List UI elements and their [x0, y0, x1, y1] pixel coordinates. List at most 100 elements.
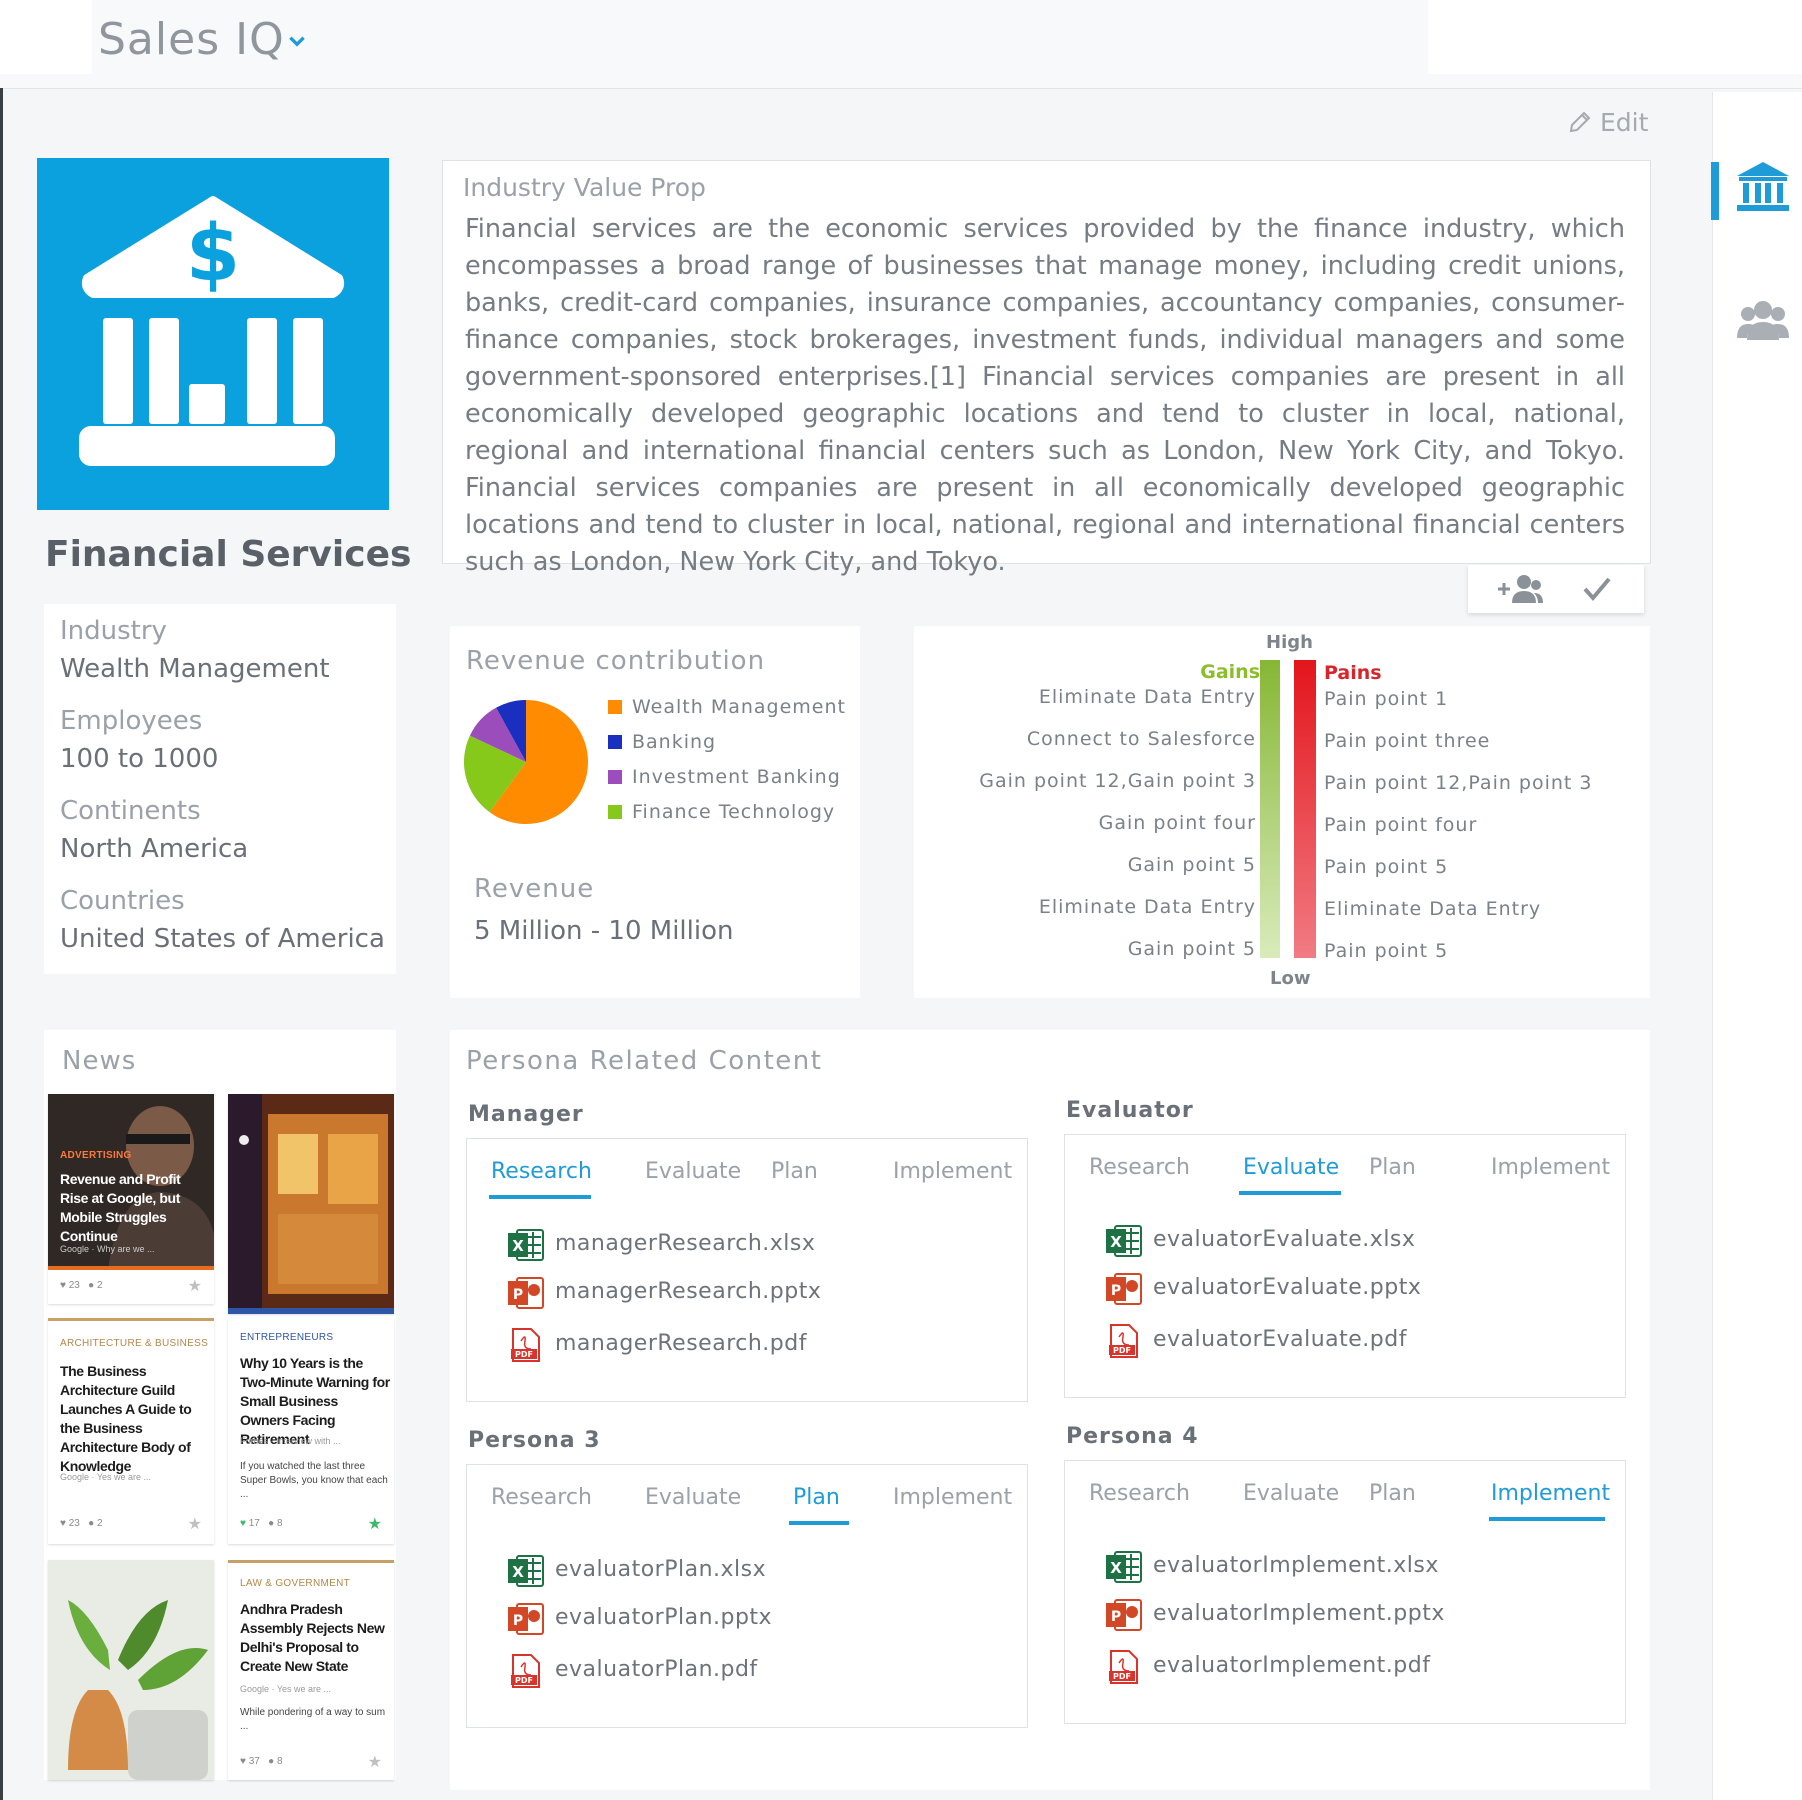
comments-count: 2 — [97, 1518, 103, 1529]
news-stats: ♥ 37 ● 8 — [240, 1756, 283, 1767]
likes-count: 17 — [248, 1518, 260, 1529]
active-tab-underline — [1489, 1517, 1605, 1521]
value-prop-actions — [1468, 565, 1644, 613]
legend-label: Wealth Management — [632, 696, 846, 718]
news-source: Forbes · Interview with ... — [240, 1436, 341, 1446]
chevron-down-icon[interactable] — [286, 30, 308, 52]
news-thumbnail: ADVERTISING Revenue and Profit Rise at G… — [48, 1094, 214, 1270]
likes-count: 37 — [248, 1756, 260, 1767]
gains-bar — [1260, 660, 1280, 958]
tab-implement[interactable]: Implement — [893, 1159, 1012, 1184]
file-name: evaluatorPlan.pdf — [555, 1657, 758, 1682]
pdf-icon: PDF — [511, 1328, 540, 1362]
file-name: evaluatorPlan.xlsx — [555, 1557, 767, 1582]
check-icon[interactable] — [1582, 575, 1612, 603]
add-user-icon[interactable] — [1496, 573, 1544, 605]
news-tile[interactable]: ENTREPRENEURS Why 10 Years is the Two-Mi… — [228, 1318, 394, 1544]
file-name: managerResearch.pptx — [555, 1279, 822, 1304]
news-tile[interactable]: LAW & GOVERNMENT Andhra Pradesh Assembly… — [228, 1560, 394, 1780]
persona-tabs-box: Research Evaluate Plan Implement X manag… — [466, 1138, 1028, 1402]
news-source: Google · Yes we are ... — [240, 1684, 332, 1694]
prop-label: Continents — [60, 796, 201, 826]
news-stats: ♥ 17 ● 8 — [240, 1518, 283, 1529]
news-tile[interactable]: ARCHITECTURE & BUSINESS The Business Arc… — [48, 1318, 214, 1544]
pain-item: Pain point 1 — [1324, 688, 1449, 710]
gain-item: Gain point 5 — [1127, 854, 1256, 876]
prop-value: 100 to 1000 — [60, 744, 219, 774]
powerpoint-icon: P — [508, 1277, 544, 1309]
svg-text:P: P — [1111, 1609, 1121, 1625]
persona-tabs-box: Research Evaluate Plan Implement X evalu… — [1064, 1134, 1626, 1398]
prop-value: North America — [60, 834, 249, 864]
right-rail — [1711, 92, 1802, 1800]
news-headline: Why 10 Years is the Two-Minute Warning f… — [240, 1355, 390, 1447]
news-tile[interactable]: ADVERTISING Revenue and Profit Rise at G… — [48, 1094, 214, 1304]
tab-research[interactable]: Research — [491, 1485, 592, 1510]
tab-evaluate[interactable]: Evaluate — [645, 1159, 741, 1184]
news-tile[interactable] — [48, 1560, 214, 1780]
revenue-title: Revenue contribution — [466, 646, 766, 676]
news-headline: Andhra Pradesh Assembly Rejects New Delh… — [240, 1601, 385, 1674]
prop-label: Industry — [60, 616, 167, 646]
svg-text:PDF: PDF — [515, 1676, 533, 1685]
pain-item: Eliminate Data Entry — [1324, 898, 1542, 920]
gain-item: Gain point four — [1098, 812, 1256, 834]
gains-label: Gains — [1200, 661, 1260, 683]
tab-implement[interactable]: Implement — [893, 1485, 1012, 1510]
left-rule — [0, 88, 3, 1800]
legend-label: Investment Banking — [632, 766, 841, 788]
tab-evaluate[interactable]: Evaluate — [1243, 1481, 1339, 1506]
news-headline: Revenue and Profit Rise at Google, but M… — [60, 1171, 181, 1244]
excel-icon: X — [508, 1229, 544, 1261]
legend-item: Finance Technology — [608, 801, 835, 823]
svg-text:$: $ — [186, 209, 240, 299]
comments-count: 2 — [97, 1280, 103, 1291]
tab-plan[interactable]: Plan — [1369, 1481, 1416, 1506]
news-tile[interactable] — [228, 1094, 394, 1314]
likes-count: 23 — [68, 1280, 80, 1291]
star-icon[interactable]: ★ — [368, 1752, 382, 1771]
news-category: ENTREPRENEURS — [240, 1332, 334, 1343]
file-name: evaluatorImplement.xlsx — [1153, 1553, 1439, 1578]
value-prop-card: Industry Value Prop Financial services a… — [442, 160, 1651, 577]
tab-research[interactable]: Research — [1089, 1155, 1190, 1180]
tab-implement[interactable]: Implement — [1491, 1155, 1610, 1180]
star-icon[interactable]: ★ — [188, 1276, 202, 1295]
edit-button[interactable]: Edit — [1568, 108, 1648, 137]
excel-icon: X — [1106, 1225, 1142, 1257]
category-rule — [48, 1318, 214, 1321]
file-name: evaluatorEvaluate.xlsx — [1153, 1227, 1416, 1252]
file-name: evaluatorEvaluate.pdf — [1153, 1327, 1407, 1352]
header-blank — [1428, 0, 1802, 74]
prop-label: Countries — [60, 886, 185, 916]
tab-research[interactable]: Research — [491, 1159, 592, 1184]
news-excerpt: If you watched the last three Super Bowl… — [240, 1461, 388, 1500]
legend-swatch — [608, 770, 622, 784]
top-bar: Sales IQ — [0, 0, 1802, 89]
powerpoint-icon: P — [508, 1603, 544, 1635]
pain-item: Pain point 5 — [1324, 940, 1449, 962]
tab-plan[interactable]: Plan — [793, 1485, 840, 1510]
news-stats: ♥ 23 ● 2 — [60, 1280, 103, 1291]
tab-plan[interactable]: Plan — [1369, 1155, 1416, 1180]
bank-icon[interactable] — [1735, 158, 1791, 214]
star-icon[interactable]: ★ — [188, 1514, 202, 1533]
svg-text:PDF: PDF — [1113, 1672, 1131, 1681]
svg-text:P: P — [513, 1287, 523, 1303]
pdf-icon: PDF — [1109, 1650, 1138, 1684]
svg-text:PDF: PDF — [515, 1350, 533, 1359]
tab-evaluate[interactable]: Evaluate — [645, 1485, 741, 1510]
app-title[interactable]: Sales IQ — [98, 14, 285, 65]
tab-implement[interactable]: Implement — [1491, 1481, 1610, 1506]
star-icon[interactable]: ★ — [368, 1514, 382, 1533]
value-prop-text: Financial services are the economic serv… — [465, 214, 1625, 577]
people-icon[interactable] — [1737, 298, 1789, 342]
svg-text:X: X — [1110, 1559, 1122, 1577]
tab-evaluate[interactable]: Evaluate — [1243, 1155, 1339, 1180]
svg-text:P: P — [1111, 1283, 1121, 1299]
tab-plan[interactable]: Plan — [771, 1159, 818, 1184]
plant-photo — [48, 1560, 214, 1780]
tab-research[interactable]: Research — [1089, 1481, 1190, 1506]
pains-label: Pains — [1324, 662, 1382, 684]
file-name: evaluatorImplement.pdf — [1153, 1653, 1431, 1678]
